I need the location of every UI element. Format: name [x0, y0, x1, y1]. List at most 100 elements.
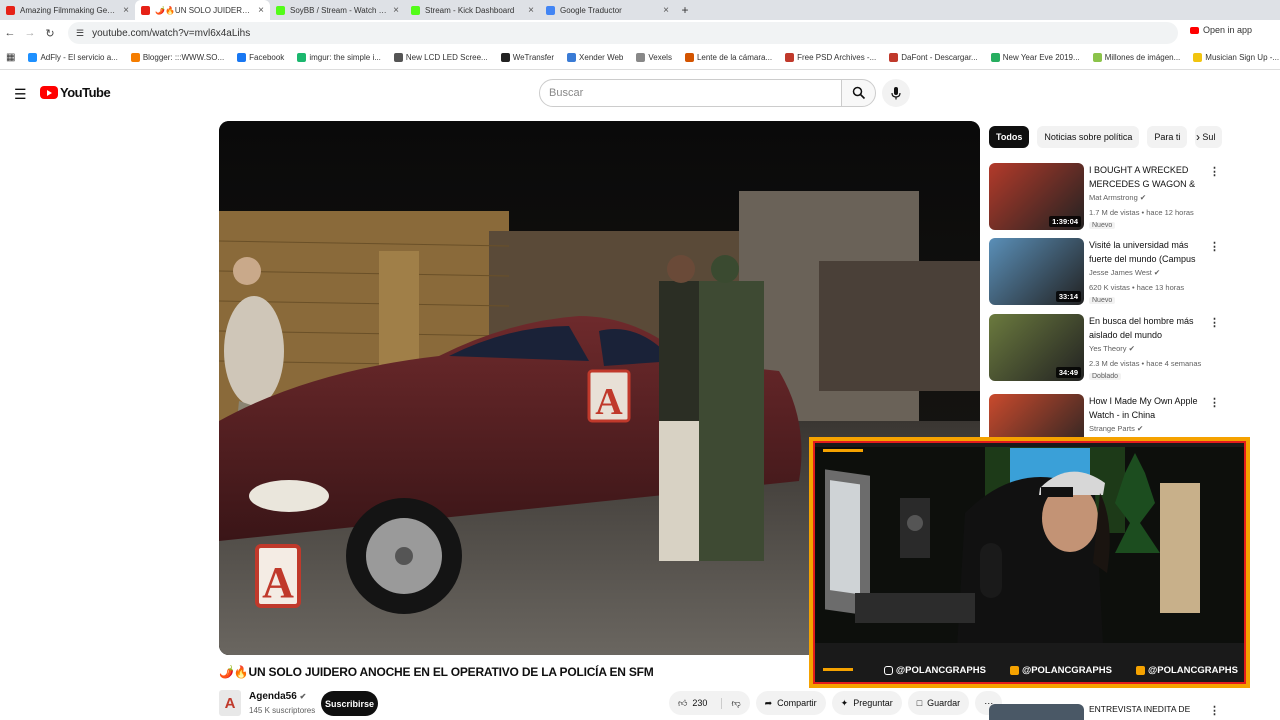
tab-favicon-icon [276, 5, 285, 15]
video-thumbnail[interactable]: 1:39:04 [989, 163, 1084, 230]
bookmark-label: Free PSD Archives -... [797, 53, 877, 62]
menu-icon[interactable]: ☰ [14, 86, 27, 103]
reload-icon[interactable]: ↻ [40, 27, 60, 40]
bookmark-item[interactable]: Lente de la cámara... [684, 53, 772, 62]
bookmark-item[interactable]: Vexels [636, 53, 672, 62]
dislike-button[interactable]: 👎︎ [721, 697, 749, 709]
car-logo-letter: A [595, 381, 623, 423]
bookmark-label: New LCD LED Scree... [405, 53, 488, 62]
video-thumbnail[interactable] [989, 704, 1084, 720]
bookmark-item[interactable]: Free PSD Archives -... [785, 53, 876, 62]
recommendation-meta: 620 K vistas • hace 13 horas [1089, 283, 1185, 292]
channel-avatar[interactable]: A [219, 690, 241, 716]
bookmark-item[interactable]: Blogger: :::WWW.SO... [130, 53, 224, 62]
tab-title: 🌶️🔥UN SOLO JUIDERO AN [155, 5, 254, 15]
bookmark-item[interactable]: Millones de imágen... [1092, 53, 1181, 62]
browser-tab[interactable]: Stream - Kick Dashboard × [405, 0, 540, 20]
list-item[interactable]: 34:49 En busca del hombre más aislado del… [989, 314, 1220, 382]
thumbs-up-icon: 👍︎ [678, 697, 688, 708]
search-button[interactable] [841, 79, 876, 107]
recommendation-channel[interactable]: Strange Parts ✔ [1089, 424, 1143, 433]
bookmark-item[interactable]: New Year Eve 2019... [990, 53, 1080, 62]
bookmark-icon: □ [916, 698, 923, 708]
bookmark-item[interactable]: WeTransfer [500, 53, 554, 62]
video-thumbnail[interactable]: 33:14 [989, 238, 1084, 305]
browser-tab[interactable]: SoyBB / Stream - Watch Live on × [270, 0, 405, 20]
list-item[interactable]: ENTREVISTA INEDITA DE ⋮ [989, 700, 1220, 720]
bookmark-favicon-icon [684, 53, 694, 62]
search-input[interactable]: Buscar [539, 79, 842, 107]
browser-tab[interactable]: 🌶️🔥UN SOLO JUIDERO AN × [135, 0, 270, 20]
list-item[interactable]: 1:39:04 I BOUGHT A WRECKED MERCEDES G WAG… [989, 163, 1220, 231]
filter-chip[interactable]: Todos [989, 126, 1030, 148]
recommendation-title[interactable]: En busca del hombre más aislado del mund… [1089, 314, 1204, 342]
more-options-icon[interactable]: ⋮ [1209, 396, 1220, 409]
bookmark-item[interactable]: DaFont - Descargar... [889, 53, 978, 62]
recommendation-title[interactable]: Visité la universidad más fuerte del mun… [1089, 238, 1204, 266]
back-icon[interactable]: ← [0, 27, 20, 39]
close-tab-icon[interactable]: × [663, 5, 669, 16]
search-icon [852, 86, 865, 100]
browser-tab[interactable]: Amazing Filmmaking Gear Unde × [0, 0, 135, 20]
more-options-icon[interactable]: ⋮ [1209, 704, 1220, 717]
bookmark-item[interactable]: New LCD LED Scree... [393, 53, 488, 62]
list-item[interactable]: 33:14 Visité la universidad más fuerte de… [989, 238, 1220, 306]
recommendation-title[interactable]: I BOUGHT A WRECKED MERCEDES G WAGON & ..… [1089, 163, 1204, 191]
more-options-icon[interactable]: ⋮ [1209, 165, 1220, 178]
close-tab-icon[interactable]: × [393, 5, 399, 16]
chevron-right-icon[interactable]: › [1196, 130, 1200, 144]
more-options-icon[interactable]: ⋮ [1209, 240, 1220, 253]
video-thumbnail[interactable]: 34:49 [989, 314, 1084, 381]
bookmark-item[interactable]: AdFly - El servicio a... [28, 53, 118, 62]
like-dislike-group: 👍︎ 230 👎︎ [669, 691, 750, 715]
tab-title: SoyBB / Stream - Watch Live on [290, 5, 388, 15]
status-badge: Nuevo [1089, 297, 1116, 304]
filter-chip[interactable]: Noticias sobre política [1037, 126, 1140, 148]
browser-tab[interactable]: Google Traductor × [540, 0, 675, 20]
youtube-logo[interactable]: YouTube [40, 85, 111, 100]
url-text: youtube.com/watch?v=mvl6x4aLihs [92, 27, 251, 39]
channel-watermark-letter: A [262, 558, 294, 607]
video-duration: 34:49 [1055, 367, 1081, 378]
bookmark-item[interactable]: Xender Web [567, 53, 623, 62]
subscribe-button[interactable]: Suscribirse [321, 691, 378, 716]
open-in-app-button[interactable]: Open in app [1190, 25, 1252, 35]
close-tab-icon[interactable]: × [528, 5, 534, 16]
like-button[interactable]: 👍︎ 230 [669, 691, 716, 715]
bookmark-label: Facebook [249, 53, 285, 62]
share-button[interactable]: ➦ Compartir [755, 691, 826, 715]
filter-chip[interactable]: Para ti [1147, 126, 1188, 148]
tab-title: Stream - Kick Dashboard [425, 5, 515, 15]
save-button[interactable]: □ Guardar [907, 691, 970, 715]
bookmark-label: Vexels [648, 53, 672, 62]
new-tab-button[interactable]: + [675, 0, 695, 20]
site-settings-icon[interactable]: ☰ [76, 28, 84, 39]
webcam-frame: @POLANCGRAPHS @POLANCGRAPHS @POLANCGRAPH… [813, 441, 1246, 684]
voice-search-button[interactable] [882, 79, 910, 107]
bookmark-item[interactable]: Facebook [237, 53, 284, 62]
recommendation-channel[interactable]: Yes Theory ✔ [1089, 344, 1135, 353]
bookmark-favicon-icon [500, 53, 510, 62]
more-options-icon[interactable]: ⋮ [1209, 316, 1220, 329]
bookmark-label: Millones de imágen... [1104, 53, 1181, 62]
verified-icon: ✔ [299, 692, 307, 701]
bookmark-favicon-icon [28, 53, 38, 62]
ask-button[interactable]: ✦ Preguntar [831, 691, 902, 715]
forward-icon[interactable]: → [20, 27, 40, 39]
close-tab-icon[interactable]: × [123, 5, 129, 16]
tab-title: Google Traductor [560, 5, 622, 15]
channel-label: Mat Armstrong [1089, 193, 1138, 202]
social-handles: @POLANCGRAPHS @POLANCGRAPHS @POLANCGRAPH… [815, 665, 1244, 676]
bookmark-item[interactable]: Musician Sign Up -... [1193, 53, 1279, 62]
youtube-icon [1009, 666, 1019, 675]
recommendation-channel[interactable]: Jesse James West ✔ [1089, 268, 1160, 277]
recommendation-channel[interactable]: Mat Armstrong ✔ [1089, 193, 1146, 202]
channel-name[interactable]: Agenda56 ✔ [249, 691, 306, 702]
url-field[interactable]: ☰ youtube.com/watch?v=mvl6x4aLihs [68, 22, 1178, 44]
bookmark-item[interactable]: imgur: the simple i... [297, 53, 381, 62]
recommendation-title[interactable]: How I Made My Own Apple Watch - in China [1089, 394, 1204, 422]
close-tab-icon[interactable]: × [258, 5, 264, 16]
apps-grid-icon[interactable]: ▦ [6, 52, 15, 63]
recommendation-title[interactable]: ENTREVISTA INEDITA DE [1089, 704, 1190, 714]
instagram-icon [883, 666, 893, 675]
